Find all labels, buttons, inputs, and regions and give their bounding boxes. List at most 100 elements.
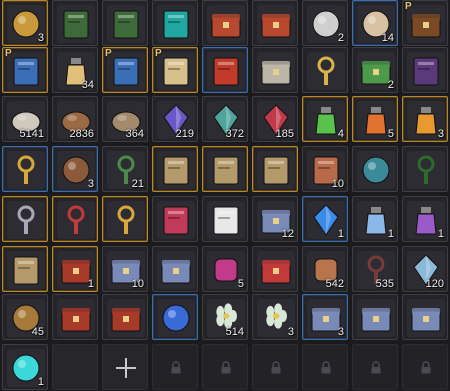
inventory-slot[interactable] xyxy=(252,246,298,292)
inventory-slot[interactable] xyxy=(252,0,298,46)
inventory-slot[interactable]: 2 xyxy=(352,47,398,93)
premium-badge: P xyxy=(405,1,412,12)
inventory-slot[interactable]: 10 xyxy=(302,146,348,192)
item-count: 10 xyxy=(331,178,344,190)
inventory-slot[interactable]: 372 xyxy=(202,96,248,142)
locked-slot xyxy=(202,344,248,390)
inventory-slot[interactable]: 364 xyxy=(102,96,148,142)
inventory-slot[interactable]: 1 xyxy=(352,196,398,242)
locked-slot xyxy=(352,344,398,390)
inventory-slot[interactable] xyxy=(102,294,148,340)
item-count: 2 xyxy=(387,79,394,91)
wreath-badge-icon xyxy=(407,151,445,189)
inventory-slot[interactable]: 45 xyxy=(2,294,48,340)
inventory-slot[interactable]: 14 xyxy=(352,0,398,46)
inventory-slot[interactable]: 3 xyxy=(402,96,448,142)
inventory-slot[interactable] xyxy=(202,47,248,93)
steel-chest-icon xyxy=(407,299,445,337)
inventory-slot[interactable] xyxy=(402,47,448,93)
inventory-slot[interactable] xyxy=(202,146,248,192)
item-count: 219 xyxy=(175,128,194,140)
inventory-slot[interactable]: P xyxy=(402,0,448,46)
inventory-slot[interactable]: 12 xyxy=(252,196,298,242)
inventory-slot[interactable]: 219 xyxy=(152,96,198,142)
inventory-slot[interactable]: 3 xyxy=(302,294,348,340)
inventory-slot[interactable] xyxy=(102,196,148,242)
item-count: 5141 xyxy=(19,128,44,140)
inventory-slot[interactable]: 185 xyxy=(252,96,298,142)
inventory-slot[interactable]: 21 xyxy=(102,146,148,192)
lock-icon xyxy=(371,361,381,374)
inventory-slot[interactable] xyxy=(2,196,48,242)
inventory-slot[interactable]: 3 xyxy=(252,294,298,340)
item-count: 5 xyxy=(387,128,394,140)
item-count: 45 xyxy=(31,326,44,338)
inventory-slot[interactable]: 5 xyxy=(352,96,398,142)
open-spellbook-icon xyxy=(7,251,45,289)
inventory-slot[interactable] xyxy=(252,47,298,93)
spell-scroll-icon xyxy=(157,201,195,239)
inventory-slot[interactable]: P xyxy=(2,47,48,93)
inventory-slot[interactable]: 542 xyxy=(302,246,348,292)
premium-badge: P xyxy=(5,48,12,59)
item-count: 514 xyxy=(225,326,244,338)
inventory-slot[interactable]: 2 xyxy=(302,0,348,46)
green-book-icon xyxy=(57,5,95,43)
inventory-slot[interactable]: 120 xyxy=(402,246,448,292)
inventory-slot[interactable]: P xyxy=(152,47,198,93)
inventory-slot[interactable] xyxy=(152,246,198,292)
inventory-slot[interactable]: 1 xyxy=(2,344,48,390)
inventory-slot[interactable] xyxy=(2,246,48,292)
item-count: 2 xyxy=(337,32,344,44)
item-count: 4 xyxy=(337,128,344,140)
inventory-slot[interactable] xyxy=(202,0,248,46)
inventory-slot[interactable]: 3 xyxy=(52,146,98,192)
inventory-slot[interactable] xyxy=(152,294,198,340)
red-pendant-icon xyxy=(107,201,145,239)
inventory-slot[interactable]: 5141 xyxy=(2,96,48,142)
inventory-slot[interactable]: 34 xyxy=(52,47,98,93)
inventory-slot[interactable]: 5 xyxy=(202,246,248,292)
ruby-ring-icon xyxy=(57,201,95,239)
inventory-slot[interactable]: 514 xyxy=(202,294,248,340)
red-lantern-icon xyxy=(207,5,245,43)
inventory-slot[interactable]: 3 xyxy=(2,0,48,46)
inventory-slot[interactable] xyxy=(402,294,448,340)
inventory-slot[interactable] xyxy=(52,0,98,46)
inventory-slot[interactable] xyxy=(102,0,148,46)
inventory-slot[interactable]: 2836 xyxy=(52,96,98,142)
inventory-slot[interactable] xyxy=(52,294,98,340)
inventory-slot[interactable] xyxy=(2,146,48,192)
steel-chest-icon xyxy=(357,299,395,337)
inventory-slot[interactable] xyxy=(402,146,448,192)
inventory-slot[interactable]: 10 xyxy=(102,246,148,292)
inventory-slot[interactable]: 1 xyxy=(52,246,98,292)
premium-badge: P xyxy=(105,48,112,59)
inventory-slot[interactable] xyxy=(352,146,398,192)
inventory-slot[interactable] xyxy=(152,146,198,192)
stone-shrine-icon xyxy=(257,52,295,90)
item-count: 3 xyxy=(287,326,294,338)
expand-slot-button[interactable] xyxy=(102,344,148,390)
inventory-slot[interactable] xyxy=(52,196,98,242)
inventory-slot[interactable]: 1 xyxy=(302,196,348,242)
lock-icon xyxy=(271,361,281,374)
inventory-slot[interactable]: 1 xyxy=(402,196,448,242)
inventory-slot[interactable] xyxy=(152,0,198,46)
empty-slot[interactable] xyxy=(52,344,98,390)
item-count: 14 xyxy=(381,32,394,44)
inventory-slot[interactable] xyxy=(302,47,348,93)
plus-icon xyxy=(116,358,136,378)
inventory-slot[interactable] xyxy=(352,294,398,340)
red-lantern-icon xyxy=(257,5,295,43)
inventory-slot[interactable] xyxy=(252,146,298,192)
lock-icon xyxy=(171,361,181,374)
inventory-slot[interactable] xyxy=(152,196,198,242)
inventory-slot[interactable]: 4 xyxy=(302,96,348,142)
inventory-slot[interactable]: P xyxy=(102,47,148,93)
inventory-slot[interactable] xyxy=(202,196,248,242)
steel-chest-icon xyxy=(157,251,195,289)
lock-icon xyxy=(421,361,431,374)
inventory-slot[interactable]: 535 xyxy=(352,246,398,292)
locked-slot xyxy=(152,344,198,390)
